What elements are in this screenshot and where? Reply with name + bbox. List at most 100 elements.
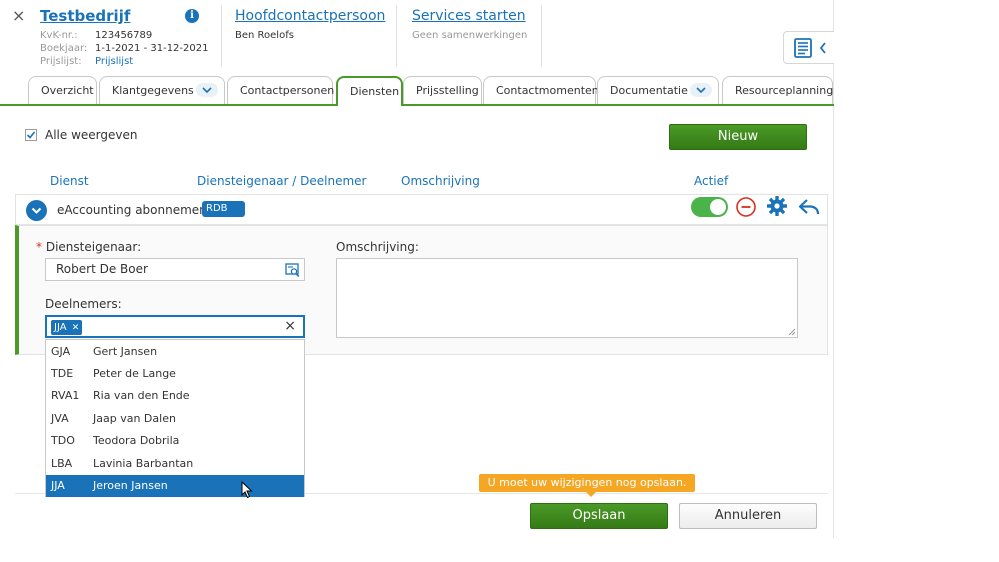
column-header-omschrijving[interactable]: Omschrijving <box>401 174 480 189</box>
dropdown-option[interactable]: LBA Lavinia Barbantan <box>46 453 304 475</box>
kvk-value: 123456789 <box>95 30 153 41</box>
toggle-knob <box>710 199 726 215</box>
prijslijst-link[interactable]: Prijslijst <box>95 55 133 68</box>
info-icon[interactable]: i <box>185 9 199 23</box>
participants-label: Deelnemers: <box>45 297 122 311</box>
column-header-dienst[interactable]: Dienst <box>50 174 89 189</box>
participants-input[interactable]: JJA ✕ × <box>45 315 305 338</box>
tab-diensten[interactable]: Diensten <box>336 76 403 106</box>
option-name: Peter de Lange <box>93 367 176 380</box>
tab-label: Documentatie <box>610 84 688 97</box>
dropdown-option[interactable]: GJA Gert Jansen <box>46 341 304 363</box>
dropdown-option-selected[interactable]: JJA Jeroen Jansen <box>46 475 304 497</box>
app-window: × Testbedrijf i KvK-nr.: 123456789 Boekj… <box>0 0 834 538</box>
tab-contactmomenten[interactable]: Contactmomenten <box>483 76 599 104</box>
participants-dropdown: GJA Gert Jansen TDE Peter de Lange RVA1 … <box>45 339 305 497</box>
tab-bar: Overzicht Klantgegevens Contactpersonen … <box>0 76 834 106</box>
services-starten-link[interactable]: Services starten <box>412 7 526 25</box>
tab-prijsstelling[interactable]: Prijsstelling <box>403 76 482 104</box>
lookup-search-icon[interactable] <box>285 263 300 278</box>
checkmark-icon <box>26 131 36 139</box>
dropdown-option[interactable]: TDE Peter de Lange <box>46 363 304 385</box>
tab-overzicht[interactable]: Overzicht <box>28 76 97 104</box>
description-textarea[interactable] <box>336 258 798 338</box>
tab-label: Contactpersonen <box>240 84 335 97</box>
option-code: TDE <box>51 367 74 380</box>
description-label: Omschrijving: <box>336 240 419 254</box>
owner-field[interactable]: Robert De Boer <box>45 258 305 281</box>
tab-dropdown-button[interactable] <box>196 83 218 97</box>
mouse-cursor-icon <box>241 481 253 499</box>
remove-circle-icon[interactable] <box>735 196 757 218</box>
cancel-button[interactable]: Annuleren <box>679 503 817 529</box>
tab-documentatie[interactable]: Documentatie <box>597 76 719 104</box>
tag-remove-icon[interactable]: ✕ <box>72 323 80 333</box>
column-header-eigenaar[interactable]: Diensteigenaar / Deelnemer <box>197 174 367 189</box>
close-icon[interactable]: × <box>12 7 25 25</box>
tag-label: JJA <box>54 322 67 333</box>
tab-label: Klantgegevens <box>112 84 194 97</box>
unsaved-changes-notice: U moet uw wijzigingen nog opslaan. <box>479 474 695 492</box>
participant-tag: JJA ✕ <box>51 320 83 335</box>
option-name: Gert Jansen <box>93 345 158 358</box>
dropdown-option[interactable]: JVA Jaap van Dalen <box>46 408 304 430</box>
service-badge: RDB <box>202 201 245 217</box>
option-code: JVA <box>51 412 69 425</box>
resize-handle-icon[interactable] <box>788 328 796 336</box>
option-name: Lavinia Barbantan <box>93 457 194 470</box>
prijslijst-label: Prijslijst: <box>40 56 82 67</box>
gear-icon[interactable] <box>766 195 788 217</box>
tab-contactpersonen[interactable]: Contactpersonen <box>227 76 335 104</box>
header-divider <box>221 5 222 67</box>
option-name: Jaap van Dalen <box>93 412 176 425</box>
tab-label: Prijsstelling <box>416 84 479 97</box>
contact-name: Ben Roelofs <box>235 30 294 41</box>
tab-resourceplanning[interactable]: Resourceplanning <box>722 76 833 104</box>
tab-label: Contactmomenten <box>496 84 599 97</box>
show-all-label[interactable]: Alle weergeven <box>45 128 137 143</box>
kvk-label: KvK-nr.: <box>40 30 78 41</box>
active-toggle[interactable] <box>691 197 728 217</box>
required-mark: * <box>36 240 42 254</box>
chevron-down-icon <box>202 87 212 94</box>
chevron-down-icon <box>696 87 706 94</box>
tab-label: Overzicht <box>41 84 94 97</box>
option-code: GJA <box>51 345 71 358</box>
column-header-actief[interactable]: Actief <box>694 174 728 189</box>
expand-button[interactable] <box>26 200 47 221</box>
option-code: JJA <box>51 479 65 492</box>
clear-icon[interactable]: × <box>284 317 296 336</box>
boekjaar-value: 1-1-2021 - 31-12-2021 <box>95 43 209 54</box>
reply-arrow-icon[interactable] <box>797 197 821 217</box>
option-name: Jeroen Jansen <box>93 479 168 492</box>
dropdown-option[interactable]: RVA1 Ria van den Ende <box>46 385 304 407</box>
option-name: Teodora Dobrila <box>93 434 180 447</box>
header-divider <box>396 5 397 67</box>
tab-dropdown-button[interactable] <box>690 83 712 97</box>
option-code: LBA <box>51 457 73 470</box>
service-name: eAccounting abonnement <box>57 203 212 217</box>
notes-list-icon <box>794 38 812 58</box>
services-subtext: Geen samenwerkingen <box>412 30 528 41</box>
side-panel-button[interactable] <box>783 31 834 64</box>
option-code: TDO <box>51 434 75 447</box>
new-button[interactable]: Nieuw <box>669 124 807 150</box>
save-button[interactable]: Opslaan <box>530 503 668 529</box>
chevron-down-icon <box>31 207 42 214</box>
company-name-link[interactable]: Testbedrijf <box>40 6 130 26</box>
dropdown-option[interactable]: TDO Teodora Dobrila <box>46 430 304 452</box>
notice-arrow <box>586 492 596 497</box>
hoofdcontactpersoon-link[interactable]: Hoofdcontactpersoon <box>235 7 385 25</box>
chevron-left-icon <box>819 42 826 54</box>
option-code: RVA1 <box>51 389 80 402</box>
tab-klantgegevens[interactable]: Klantgegevens <box>99 76 225 104</box>
owner-label-text: Diensteigenaar: <box>45 240 142 254</box>
tab-label: Diensten <box>350 85 400 98</box>
boekjaar-label: Boekjaar: <box>40 43 88 54</box>
tab-label: Resourceplanning <box>735 84 834 97</box>
header-divider <box>541 5 542 67</box>
option-name: Ria van den Ende <box>93 389 190 402</box>
show-all-checkbox[interactable] <box>25 129 37 141</box>
tab-underline <box>0 104 834 106</box>
owner-value: Robert De Boer <box>56 262 148 276</box>
